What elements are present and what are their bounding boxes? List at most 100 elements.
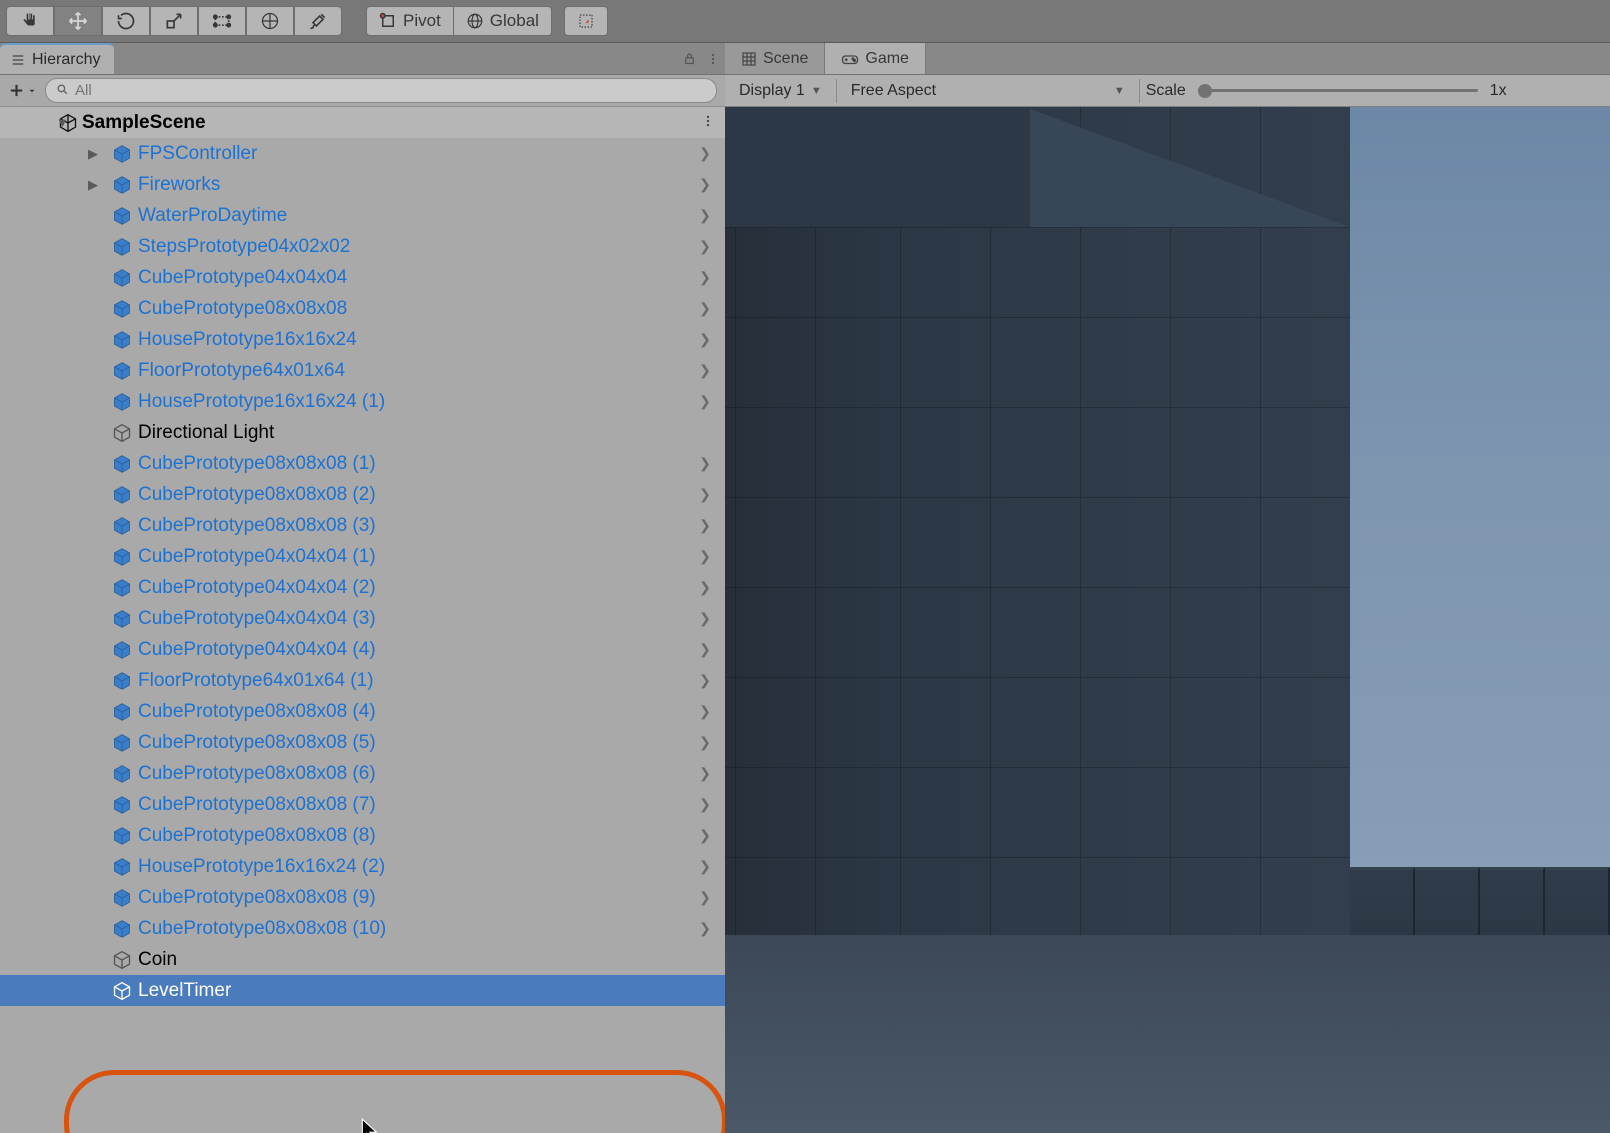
gameobject-icon [112, 795, 132, 815]
item-label: HousePrototype16x16x24 (2) [138, 856, 693, 878]
scale-slider[interactable] [1198, 89, 1478, 92]
custom-tool-button[interactable] [294, 6, 342, 36]
hierarchy-item[interactable]: StepsPrototype04x02x02❯ [0, 231, 725, 262]
search-input[interactable] [75, 82, 706, 99]
hierarchy-item[interactable]: CubePrototype08x08x08 (5)❯ [0, 727, 725, 758]
scene-row[interactable]: ▼ SampleScene [0, 107, 725, 138]
panel-lock-button[interactable] [677, 43, 701, 74]
scale-label: Scale [1146, 82, 1186, 100]
annotation-highlight [64, 1070, 725, 1133]
scale-icon [164, 11, 184, 31]
open-prefab-button[interactable]: ❯ [693, 703, 717, 720]
open-prefab-button[interactable]: ❯ [693, 734, 717, 751]
item-label: Fireworks [138, 174, 693, 196]
game-tab[interactable]: Game [825, 43, 926, 74]
hierarchy-item[interactable]: CubePrototype04x04x04 (4)❯ [0, 634, 725, 665]
open-prefab-button[interactable]: ❯ [693, 517, 717, 534]
open-prefab-button[interactable]: ❯ [693, 455, 717, 472]
hierarchy-item[interactable]: CubePrototype04x04x04 (3)❯ [0, 603, 725, 634]
hierarchy-item[interactable]: FloorPrototype64x01x64❯ [0, 355, 725, 386]
open-prefab-button[interactable]: ❯ [693, 393, 717, 410]
hierarchy-item[interactable]: CubePrototype08x08x08 (4)❯ [0, 696, 725, 727]
rotate-tool-button[interactable] [102, 6, 150, 36]
rect-tool-button[interactable] [198, 6, 246, 36]
hierarchy-item[interactable]: CubePrototype08x08x08 (1)❯ [0, 448, 725, 479]
tools-icon [308, 11, 328, 31]
hierarchy-item[interactable]: CubePrototype08x08x08 (9)❯ [0, 882, 725, 913]
gameobject-icon [112, 857, 132, 877]
hierarchy-item[interactable]: WaterProDaytime❯ [0, 200, 725, 231]
gameobject-icon [112, 547, 132, 567]
hierarchy-item[interactable]: FloorPrototype64x01x64 (1)❯ [0, 665, 725, 696]
open-prefab-button[interactable]: ❯ [693, 672, 717, 689]
hierarchy-item[interactable]: Directional Light [0, 417, 725, 448]
game-viewport [725, 107, 1610, 1133]
open-prefab-button[interactable]: ❯ [693, 238, 717, 255]
hierarchy-toolbar [0, 75, 725, 107]
panel-menu-button[interactable] [701, 43, 725, 74]
hierarchy-tab[interactable]: Hierarchy [0, 43, 114, 74]
open-prefab-button[interactable]: ❯ [693, 300, 717, 317]
create-button[interactable] [8, 82, 37, 99]
snap-toggle-button[interactable] [564, 6, 608, 36]
hierarchy-item[interactable]: CubePrototype04x04x04 (2)❯ [0, 572, 725, 603]
open-prefab-button[interactable]: ❯ [693, 548, 717, 565]
foldout-icon[interactable]: ▼ [56, 115, 69, 130]
hierarchy-item[interactable]: CubePrototype08x08x08 (3)❯ [0, 510, 725, 541]
hand-tool-button[interactable] [6, 6, 54, 36]
gameobject-icon [112, 330, 132, 350]
item-label: CubePrototype08x08x08 (3) [138, 515, 693, 537]
scale-tool-button[interactable] [150, 6, 198, 36]
open-prefab-button[interactable]: ❯ [693, 269, 717, 286]
hierarchy-item[interactable]: CubePrototype08x08x08 (10)❯ [0, 913, 725, 944]
game-tab-label: Game [865, 50, 909, 68]
scene-icon [741, 51, 757, 67]
move-tool-button[interactable] [54, 6, 102, 36]
hierarchy-item[interactable]: HousePrototype16x16x24 (1)❯ [0, 386, 725, 417]
open-prefab-button[interactable]: ❯ [693, 920, 717, 937]
hierarchy-search[interactable] [45, 78, 717, 103]
open-prefab-button[interactable]: ❯ [693, 145, 717, 162]
open-prefab-button[interactable]: ❯ [693, 858, 717, 875]
open-prefab-button[interactable]: ❯ [693, 486, 717, 503]
open-prefab-button[interactable]: ❯ [693, 765, 717, 782]
hierarchy-item[interactable]: CubePrototype08x08x08 (6)❯ [0, 758, 725, 789]
item-label: CubePrototype04x04x04 [138, 267, 693, 289]
scene-options-button[interactable] [701, 112, 715, 134]
open-prefab-button[interactable]: ❯ [693, 796, 717, 813]
transform-tool-button[interactable] [246, 6, 294, 36]
open-prefab-button[interactable]: ❯ [693, 641, 717, 658]
open-prefab-button[interactable]: ❯ [693, 889, 717, 906]
foldout-icon[interactable]: ▶ [88, 146, 98, 162]
hierarchy-item[interactable]: CubePrototype08x08x08 (7)❯ [0, 789, 725, 820]
dropdown-arrow-icon: ▼ [1114, 85, 1125, 97]
open-prefab-button[interactable]: ❯ [693, 362, 717, 379]
gameobject-icon [112, 299, 132, 319]
hierarchy-item[interactable]: CubePrototype04x04x04 (1)❯ [0, 541, 725, 572]
open-prefab-button[interactable]: ❯ [693, 579, 717, 596]
slider-thumb[interactable] [1198, 84, 1212, 98]
open-prefab-button[interactable]: ❯ [693, 176, 717, 193]
hierarchy-item[interactable]: ▶ Fireworks❯ [0, 169, 725, 200]
open-prefab-button[interactable]: ❯ [693, 207, 717, 224]
move-icon [68, 11, 88, 31]
item-label: FPSController [138, 143, 693, 165]
display-dropdown[interactable]: Display 1 ▼ [731, 82, 830, 100]
hierarchy-item[interactable]: LevelTimer [0, 975, 725, 1006]
global-toggle-button[interactable]: Global [454, 6, 552, 36]
open-prefab-button[interactable]: ❯ [693, 827, 717, 844]
open-prefab-button[interactable]: ❯ [693, 331, 717, 348]
hierarchy-item[interactable]: CubePrototype08x08x08 (2)❯ [0, 479, 725, 510]
hierarchy-item[interactable]: HousePrototype16x16x24❯ [0, 324, 725, 355]
hierarchy-item[interactable]: Coin [0, 944, 725, 975]
hierarchy-item[interactable]: ▶ FPSController❯ [0, 138, 725, 169]
foldout-icon[interactable]: ▶ [88, 177, 98, 193]
hierarchy-item[interactable]: CubePrototype08x08x08❯ [0, 293, 725, 324]
hierarchy-item[interactable]: CubePrototype04x04x04❯ [0, 262, 725, 293]
scene-tab[interactable]: Scene [725, 43, 825, 74]
open-prefab-button[interactable]: ❯ [693, 610, 717, 627]
hierarchy-item[interactable]: HousePrototype16x16x24 (2)❯ [0, 851, 725, 882]
pivot-toggle-button[interactable]: Pivot [366, 6, 454, 36]
hierarchy-item[interactable]: CubePrototype08x08x08 (8)❯ [0, 820, 725, 851]
aspect-dropdown[interactable]: Free Aspect ▼ [843, 82, 1133, 100]
